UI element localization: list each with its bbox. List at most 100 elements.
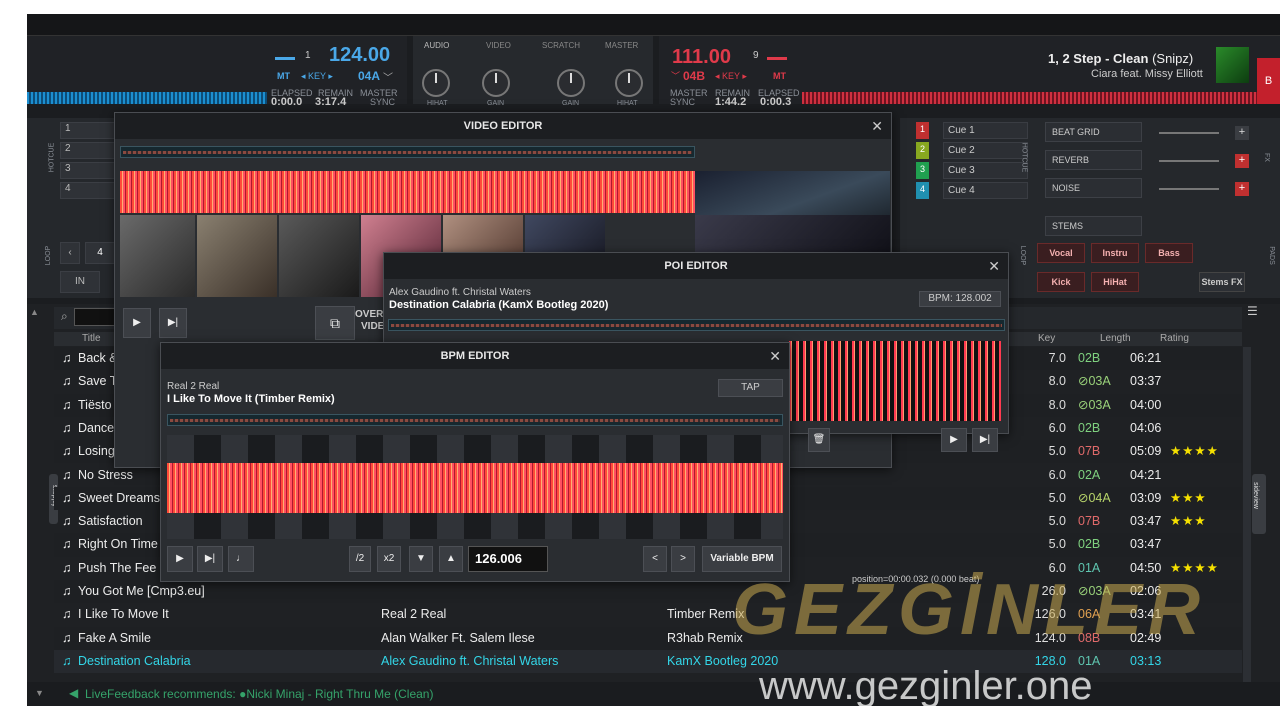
next-button[interactable]: ▶| (159, 308, 187, 338)
deck-b-selector[interactable]: B (1257, 58, 1280, 104)
pad-vocal[interactable]: Vocal (1037, 243, 1085, 263)
poi-overview-waveform[interactable] (388, 319, 1005, 331)
track-key: ⊘03A (1078, 374, 1111, 389)
fx-slider-3[interactable] (1159, 188, 1219, 190)
video-thumbnail[interactable] (279, 215, 359, 297)
fx-slot-2[interactable]: REVERB (1045, 150, 1142, 170)
right-deck-key[interactable]: 04B (683, 69, 705, 83)
livefeedback-arrow-icon[interactable]: ◀ (69, 686, 78, 700)
hotcue-3[interactable]: 3 (60, 162, 115, 179)
watermark-logo: GEZGİNLER (732, 570, 1207, 650)
loop-in-button[interactable]: IN (60, 271, 100, 293)
fx-add-icon[interactable]: + (1235, 182, 1249, 196)
scroll-down-icon[interactable]: ▼ (35, 688, 44, 698)
search-icon[interactable]: ⌕ (61, 309, 68, 324)
video-thumbnail[interactable] (197, 215, 277, 297)
pad-kick[interactable]: Kick (1037, 272, 1085, 292)
right-deck-waveform[interactable] (802, 92, 1262, 104)
bpm-overview-waveform[interactable] (167, 414, 783, 426)
tap-button[interactable]: TAP (718, 379, 783, 397)
trash-icon[interactable]: 🗑 (808, 428, 830, 452)
column-key[interactable]: Key (1038, 333, 1055, 344)
bpm-down-button[interactable]: ▼ (409, 546, 433, 572)
left-deck-bpm[interactable]: 124.00 (329, 44, 390, 67)
play-button[interactable]: ▶ (123, 308, 151, 338)
shift-right-button[interactable]: > (671, 546, 695, 572)
double-bpm-button[interactable]: x2 (377, 546, 401, 572)
video-overview-waveform[interactable] (120, 146, 695, 158)
right-sync-label[interactable]: SYNC (670, 97, 695, 107)
column-length[interactable]: Length (1100, 333, 1131, 344)
stems-dropdown[interactable]: STEMS (1045, 216, 1142, 236)
poi-bpm[interactable]: BPM: 128.002 (919, 291, 1001, 307)
overlay-video-icon[interactable]: ⧉ (315, 306, 355, 340)
mixer-tab-audio[interactable]: AUDIO (424, 41, 449, 50)
shift-left-button[interactable]: < (643, 546, 667, 572)
overlay-label-2[interactable]: VIDE (361, 321, 384, 332)
hihat-knob-right[interactable] (615, 69, 643, 97)
hotcue-4[interactable]: 4 (60, 182, 115, 199)
stems-fx-button[interactable]: Stems FX (1199, 272, 1245, 292)
hotcue-1[interactable]: 1 (60, 122, 115, 139)
left-sync-label[interactable]: SYNC (370, 97, 395, 107)
gain-knob-right[interactable] (557, 69, 585, 97)
hihat-knob-left[interactable] (422, 69, 450, 97)
fx-slider-1[interactable] (1159, 132, 1219, 134)
fx-slot-1[interactable]: BEAT GRID (1045, 122, 1142, 142)
video-thumbnail[interactable] (120, 215, 195, 297)
livefeedback-text[interactable]: LiveFeedback recommends: ●Nicki Minaj - … (85, 687, 433, 701)
music-note-icon: ♫ (62, 560, 72, 575)
cue-1[interactable]: 1 Cue 1 (916, 122, 1028, 139)
mixer-tab-master[interactable]: MASTER (605, 41, 638, 50)
metronome-icon[interactable]: ♩ (228, 546, 254, 572)
close-icon[interactable]: ✕ (769, 343, 781, 369)
right-deck-mt[interactable]: MT (773, 71, 786, 81)
left-remain: 3:17.4 (315, 96, 347, 108)
left-deck-key[interactable]: 04A (358, 69, 380, 83)
mixer-tab-scratch[interactable]: SCRATCH (542, 41, 580, 50)
track-key: 07B (1078, 444, 1101, 459)
list-options-icon[interactable]: ☰ (1247, 304, 1267, 330)
left-deck-waveform[interactable] (27, 92, 267, 104)
right-deck-key-control[interactable]: ◂ KEY ▸ (715, 71, 747, 82)
pad-hihat[interactable]: HiHat (1091, 272, 1139, 292)
play-button[interactable]: ▶ (941, 428, 967, 452)
right-hotcue-label: HOTCUE (1020, 142, 1028, 173)
cue-3[interactable]: 3 Cue 3 (916, 162, 1028, 179)
close-icon[interactable]: ✕ (871, 113, 883, 139)
fx-slot-3[interactable]: NOISE (1045, 178, 1142, 198)
right-deck-bpm[interactable]: 111.00 (672, 46, 731, 69)
next-button[interactable]: ▶| (972, 428, 998, 452)
cue-4[interactable]: 4 Cue 4 (916, 182, 1028, 199)
fx-add-icon[interactable]: + (1235, 154, 1249, 168)
next-button[interactable]: ▶| (197, 546, 223, 572)
track-key: 02B (1078, 351, 1101, 365)
mixer-tab-video[interactable]: VIDEO (486, 41, 511, 50)
column-title[interactable]: Title (82, 333, 101, 344)
hotcue-2[interactable]: 2 (60, 142, 115, 159)
bpm-waveform[interactable] (167, 463, 783, 513)
half-bpm-button[interactable]: /2 (349, 546, 371, 572)
fx-add-icon[interactable]: + (1235, 126, 1249, 140)
loop-length[interactable]: 4 (85, 242, 115, 264)
chevron-down-icon[interactable]: ﹀ (383, 69, 393, 84)
album-art (1216, 47, 1249, 83)
gain-knob-left[interactable] (482, 69, 510, 97)
close-icon[interactable]: ✕ (988, 253, 1000, 279)
left-deck-mt[interactable]: MT (277, 71, 290, 81)
video-waveform[interactable] (120, 171, 695, 213)
left-deck-key-control[interactable]: ◂ KEY ▸ (301, 71, 333, 82)
column-rating[interactable]: Rating (1160, 333, 1189, 344)
bpm-up-button[interactable]: ▲ (439, 546, 463, 572)
fx-slider-2[interactable] (1159, 160, 1219, 162)
play-button[interactable]: ▶ (167, 546, 193, 572)
scroll-up-icon[interactable]: ▲ (30, 307, 42, 319)
pad-bass[interactable]: Bass (1145, 243, 1193, 263)
poi-waveform[interactable] (789, 341, 1001, 421)
overlay-label[interactable]: OVER (355, 309, 383, 320)
pad-instru[interactable]: Instru (1091, 243, 1139, 263)
chevron-down-icon[interactable]: ﹀ (671, 69, 680, 82)
bpm-value-input[interactable]: 126.006 (468, 546, 548, 572)
loop-prev-button[interactable]: ‹ (60, 242, 80, 264)
cue-2[interactable]: 2 Cue 2 (916, 142, 1028, 159)
